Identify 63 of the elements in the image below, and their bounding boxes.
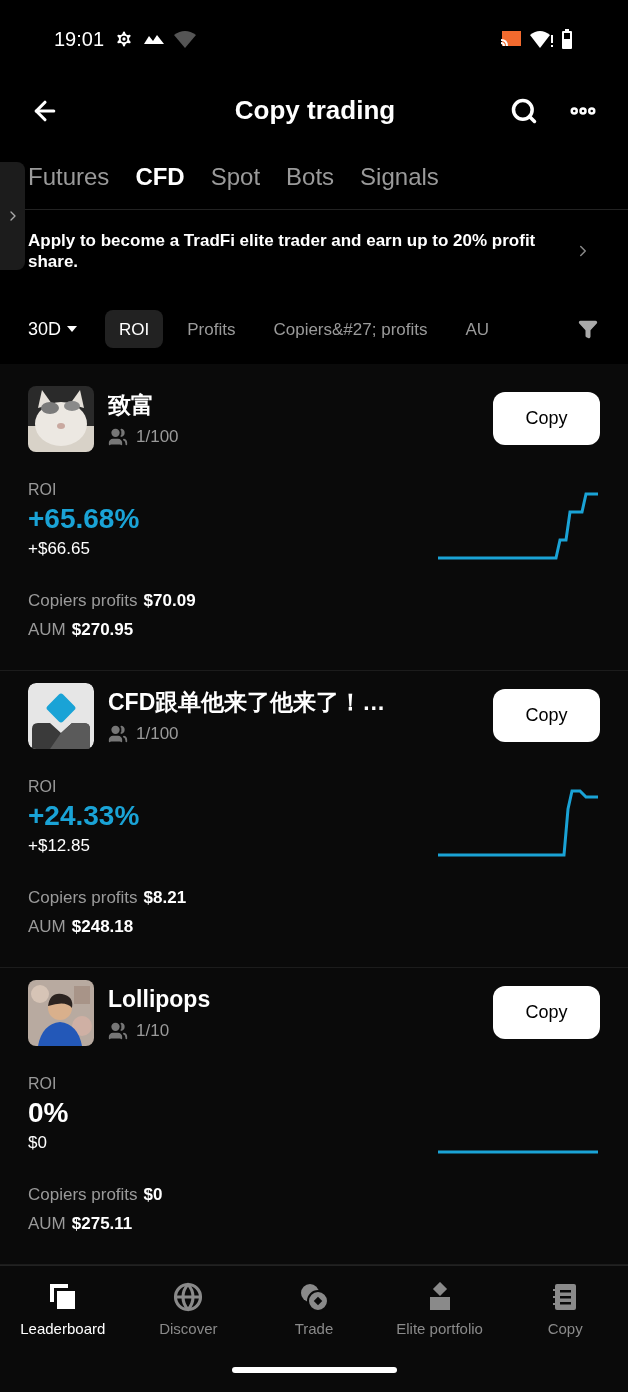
roi-value: 0% [28, 1096, 69, 1131]
battery-icon [562, 28, 572, 49]
period-dropdown[interactable]: 30D [28, 315, 78, 343]
copy-button[interactable]: Copy [493, 689, 600, 743]
sort-chip[interactable]: ROI [105, 310, 164, 349]
category-tab[interactable]: Signals [360, 158, 439, 195]
side-drawer-handle[interactable] [0, 162, 25, 270]
pnl-value: +$66.65 [28, 538, 91, 561]
trader-name[interactable]: 致富 [108, 390, 493, 421]
filter-icon[interactable] [578, 319, 598, 340]
coins-icon [299, 1282, 329, 1313]
search-button[interactable] [510, 97, 538, 125]
copiers-profits-label: Copiers profits [28, 589, 138, 612]
nav-tab[interactable]: Copy [502, 1282, 628, 1341]
default-avatar-icon [28, 683, 94, 750]
copiers-profits-value: $70.09 [143, 589, 196, 612]
aum-value: $275.11 [71, 1213, 133, 1236]
aum-label: AUM [28, 619, 66, 642]
caret-icon [67, 326, 78, 333]
category-tab[interactable]: Futures [28, 158, 110, 195]
category-tab[interactable]: Spot [210, 158, 261, 195]
aum-label: AUM [28, 916, 66, 939]
copiers-profits-value: $0 [143, 1183, 163, 1206]
copier-count: 1/100 [136, 723, 179, 746]
nav-tab[interactable]: Trade [251, 1282, 377, 1341]
pnl-value: $0 [28, 1132, 48, 1155]
pnl-value: +$12.85 [28, 835, 91, 858]
trader-name[interactable]: Lollipops [108, 984, 493, 1015]
sort-chip[interactable]: Copiers&#27; profits [259, 310, 442, 349]
home-indicator[interactable] [231, 1366, 397, 1373]
category-tab[interactable]: Bots [286, 158, 335, 195]
copy-button[interactable]: Copy [493, 986, 600, 1040]
roi-label: ROI [28, 480, 58, 501]
copy-button[interactable]: Copy [493, 392, 600, 446]
category-tab[interactable]: CFD [135, 158, 185, 195]
cast-icon [500, 29, 522, 48]
nav-tab[interactable]: Leaderboard [0, 1282, 126, 1341]
users-icon [108, 1021, 128, 1042]
copier-count: 1/10 [136, 1020, 170, 1043]
globe-icon [173, 1282, 204, 1313]
copiers-profits-label: Copiers profits [28, 886, 138, 909]
wifi-icon [174, 29, 197, 48]
users-icon [108, 724, 128, 745]
mountain-icon [144, 33, 165, 44]
aum-value: $248.18 [71, 916, 134, 939]
copiers-profits-label: Copiers profits [28, 1183, 138, 1206]
roi-value: +65.68% [28, 502, 140, 537]
page-title: Copy trading [233, 94, 397, 128]
wifi-icon [530, 29, 554, 48]
roi-label: ROI [28, 1074, 58, 1095]
nav-tab[interactable]: Discover [125, 1282, 252, 1341]
copier-count: 1/100 [136, 426, 179, 449]
roi-value: +24.33% [28, 799, 140, 834]
status-time: 19:01 [54, 26, 105, 52]
nav-tab[interactable]: Elite portfolio [376, 1282, 503, 1341]
aum-value: $270.95 [71, 619, 134, 642]
users-icon [108, 427, 128, 448]
trader-name[interactable]: CFD跟单他来了他来了！… [108, 687, 493, 718]
sort-chip[interactable]: AU [451, 310, 504, 349]
roi-label: ROI [28, 777, 58, 798]
sort-chip[interactable]: Profits [173, 310, 250, 349]
copiers-profits-value: $8.21 [143, 886, 187, 909]
aum-label: AUM [28, 1213, 66, 1236]
